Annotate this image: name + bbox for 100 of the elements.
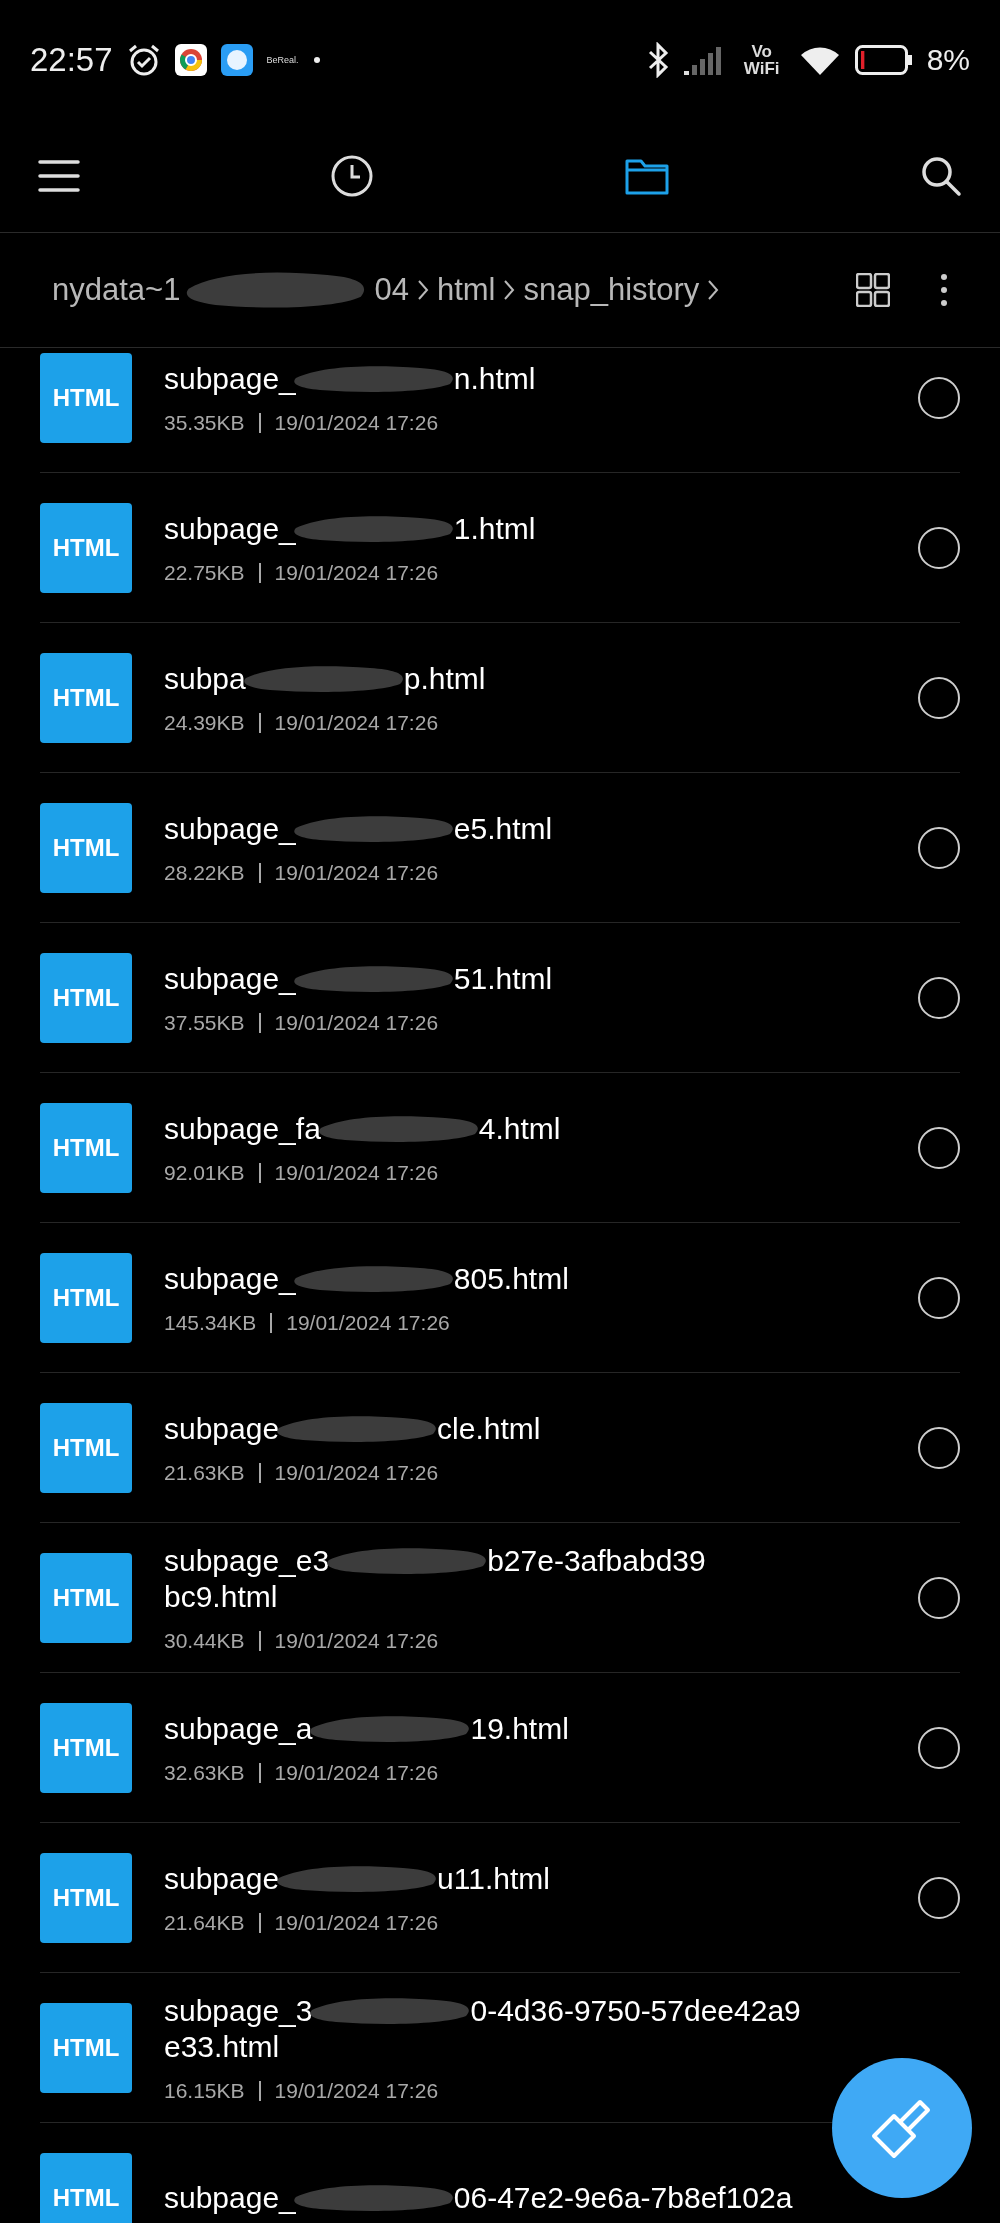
file-size: 145.34KB: [164, 1310, 257, 1335]
html-file-icon: HTML: [40, 1702, 132, 1793]
select-radio[interactable]: [918, 1276, 960, 1319]
status-time: 22:57: [30, 41, 113, 79]
file-date: 19/01/2024 17:26: [274, 2078, 439, 2103]
file-name-start: subpage_a: [164, 1710, 313, 1747]
file-name-start: subpage_e3: [164, 1542, 330, 1579]
file-name-end: 1.html: [453, 510, 536, 547]
file-date: 19/01/2024 17:26: [274, 1460, 439, 1485]
html-file-icon: HTML: [40, 2002, 132, 2093]
file-name-continuation: bc9.html: [164, 1578, 278, 1615]
file-name-start: subpage_: [164, 510, 296, 547]
file-name-end: 06-47e2-9e6a-7b8ef102a: [453, 2179, 793, 2216]
file-date: 19/01/2024 17:26: [274, 1010, 439, 1035]
file-size: 22.75KB: [164, 560, 245, 585]
file-name-end: 0-4d36-9750-57dee42a9: [470, 1992, 801, 2029]
grid-view-button[interactable]: [856, 273, 890, 307]
file-size: 35.35KB: [164, 410, 245, 435]
recent-tab[interactable]: [330, 154, 374, 198]
vowifi-indicator: Vo WiFi: [742, 43, 781, 77]
file-name-start: subpage_: [164, 810, 296, 847]
select-radio[interactable]: [918, 1426, 960, 1469]
file-date: 19/01/2024 17:26: [274, 860, 439, 885]
select-radio[interactable]: [918, 676, 960, 719]
clock-icon: [330, 154, 374, 198]
file-name-continuation: e33.html: [164, 2028, 280, 2065]
file-name-start: subpage_3: [164, 1992, 313, 2029]
file-name-start: subpage_: [164, 360, 296, 397]
file-size: 21.63KB: [164, 1460, 245, 1485]
file-name-end: e5.html: [453, 810, 553, 847]
battery-icon: [854, 45, 913, 75]
chat-app-icon: [220, 44, 253, 76]
html-file-icon: HTML: [40, 802, 132, 893]
select-radio[interactable]: [918, 826, 960, 869]
file-date: 19/01/2024 17:26: [274, 1628, 439, 1653]
alarm-icon: [126, 43, 161, 77]
breadcrumb-segment-end[interactable]: 04: [374, 272, 409, 308]
select-radio[interactable]: [918, 526, 960, 569]
file-name-end: p.html: [403, 660, 486, 697]
file-name-end: u11.html: [437, 1860, 550, 1897]
select-radio[interactable]: [918, 1726, 960, 1769]
more-icon: [940, 273, 948, 307]
chevron-icon: [416, 278, 429, 302]
select-radio[interactable]: [918, 1576, 960, 1619]
more-button[interactable]: [940, 273, 948, 307]
chevron-icon: [707, 278, 720, 302]
select-radio[interactable]: [918, 1126, 960, 1169]
html-file-icon: HTML: [40, 502, 132, 593]
file-size: 28.22KB: [164, 860, 245, 885]
file-date: 19/01/2024 17:26: [274, 1760, 439, 1785]
html-file-icon: HTML: [40, 1852, 132, 1943]
file-name-start: subpage_: [164, 1260, 296, 1297]
file-name-end: n.html: [453, 360, 536, 397]
html-file-icon: HTML: [40, 652, 132, 743]
html-file-icon: HTML: [40, 1252, 132, 1343]
file-name-end: 19.html: [470, 1710, 569, 1747]
html-file-icon: HTML: [40, 952, 132, 1043]
file-date: 19/01/2024 17:26: [274, 710, 439, 735]
file-name-end: 4.html: [478, 1110, 561, 1147]
select-radio[interactable]: [918, 376, 960, 419]
file-name-start: subpage: [164, 1860, 280, 1897]
file-size: 16.15KB: [164, 2078, 245, 2103]
html-file-icon: HTML: [40, 1102, 132, 1193]
menu-button[interactable]: [38, 159, 80, 193]
breadcrumb-segment[interactable]: html: [436, 272, 496, 308]
file-size: 30.44KB: [164, 1628, 245, 1653]
notification-app-label: BeReal.: [266, 55, 299, 65]
breadcrumb-segment[interactable]: snap_history: [523, 272, 700, 308]
bluetooth-icon: [646, 42, 669, 78]
file-name-start: subpage: [164, 1410, 280, 1447]
html-file-icon: HTML: [40, 1402, 132, 1493]
file-date: 19/01/2024 17:26: [274, 1910, 439, 1935]
breadcrumb-segment-start[interactable]: nydata~1: [52, 272, 181, 308]
file-size: 37.55KB: [164, 1010, 245, 1035]
html-file-icon: HTML: [40, 2152, 132, 2223]
grid-icon: [856, 273, 890, 307]
file-name-start: subpage_: [164, 2179, 296, 2216]
file-name-end: 805.html: [453, 1260, 569, 1297]
browser-app-icon: [174, 44, 207, 76]
html-file-icon: HTML: [40, 352, 132, 443]
html-file-icon: HTML: [40, 1552, 132, 1643]
search-icon: [920, 155, 962, 197]
file-date: 19/01/2024 17:26: [274, 410, 439, 435]
dot-icon: [312, 56, 321, 64]
battery-percentage: 8%: [926, 43, 970, 77]
file-name-end: b27e-3afbabd39: [487, 1542, 706, 1579]
file-date: 19/01/2024 17:26: [286, 1310, 450, 1335]
select-radio[interactable]: [918, 1876, 960, 1919]
chevron-icon: [503, 278, 516, 302]
file-date: 19/01/2024 17:26: [274, 1160, 439, 1185]
file-name-start: subpage_: [164, 960, 296, 997]
file-size: 92.01KB: [164, 1160, 245, 1185]
file-size: 21.64KB: [164, 1910, 245, 1935]
select-radio[interactable]: [918, 976, 960, 1019]
file-size: 24.39KB: [164, 710, 245, 735]
search-button[interactable]: [920, 155, 962, 197]
file-name-end: 51.html: [453, 960, 553, 997]
file-size: 32.63KB: [164, 1760, 245, 1785]
menu-icon: [38, 159, 80, 193]
file-name-start: subpa: [164, 660, 246, 697]
